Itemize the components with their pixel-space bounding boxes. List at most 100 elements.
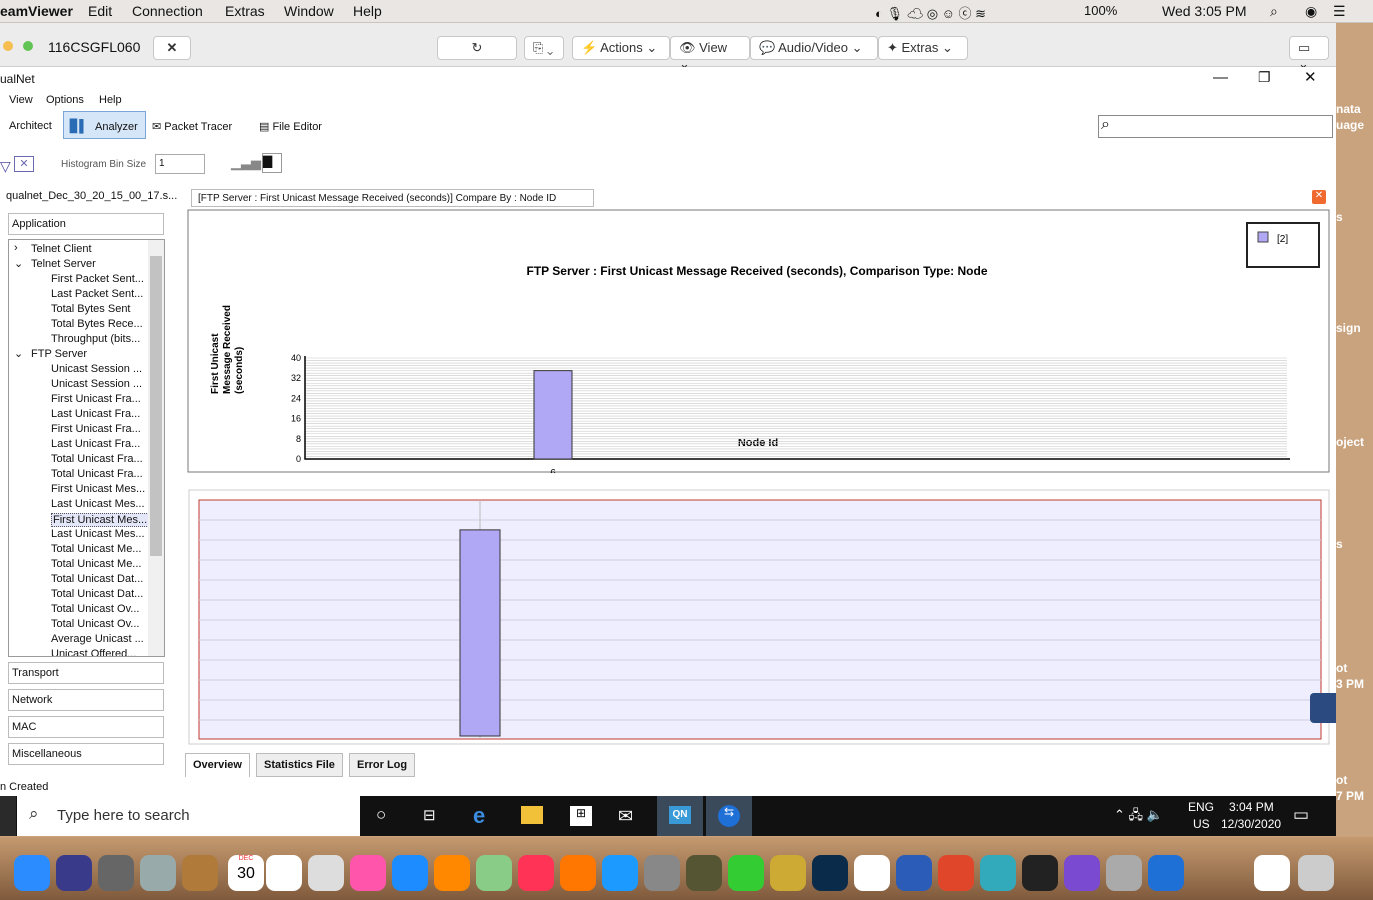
teamviewer-task[interactable]: ⇆ (706, 796, 752, 836)
tab-statistics-file[interactable]: Statistics File (256, 753, 343, 777)
clock-time[interactable]: 3:04 PM (1229, 800, 1274, 814)
app-menu[interactable]: eamViewer (0, 3, 73, 19)
menu-edit[interactable]: Edit (88, 3, 112, 19)
calendar-icon[interactable]: DEC 30 (228, 855, 264, 891)
tree-item[interactable]: Unicast Offered... (51, 648, 136, 656)
overview-bar[interactable] (459, 529, 501, 737)
finder-icon[interactable] (1254, 855, 1290, 891)
close-session-button[interactable]: ✕ (153, 36, 191, 60)
disk-icon[interactable] (1106, 855, 1142, 891)
notification-icon[interactable]: ▭ (1293, 805, 1309, 825)
tree-item[interactable]: First Unicast Fra... (51, 423, 141, 435)
menu-extras[interactable]: Extras (225, 3, 265, 19)
clear-filter-icon[interactable]: ✕ (14, 156, 34, 172)
view-button[interactable]: 👁 View ⌄ (670, 36, 750, 71)
tree-item[interactable]: First Unicast Fra... (51, 393, 141, 405)
clock-date[interactable]: 12/30/2020 (1221, 817, 1281, 831)
taskbar-search[interactable]: ⌕ Type here to search (17, 796, 360, 836)
file-editor-button[interactable]: ▤ File Editor (259, 120, 322, 133)
tree-item[interactable]: Unicast Session ... (51, 378, 142, 390)
photoshop-icon[interactable] (812, 855, 848, 891)
menu-options[interactable]: Options (46, 94, 84, 106)
terminal-icon[interactable] (1022, 855, 1058, 891)
tree-group[interactable]: Telnet Client (31, 243, 92, 255)
cortana-icon[interactable]: ○ (376, 805, 386, 825)
tree-item[interactable]: Last Packet Sent... (51, 288, 143, 300)
task-view-icon[interactable]: ⊟ (423, 806, 436, 824)
menu-help[interactable]: Help (353, 3, 382, 19)
edge-icon[interactable]: e (473, 803, 485, 829)
tree-item[interactable]: First Unicast Mes... (51, 513, 150, 527)
messages-icon[interactable] (392, 855, 428, 891)
actions-button[interactable]: ⚡ Actions ⌄ (572, 36, 670, 60)
tree-item[interactable]: Last Unicast Fra... (51, 438, 140, 450)
tree-item[interactable]: Average Unicast ... (51, 633, 144, 645)
category-application[interactable]: Application (8, 213, 164, 235)
category-transport[interactable]: Transport (8, 662, 164, 684)
scroll-thumb[interactable] (150, 256, 162, 556)
siri-app-icon[interactable] (56, 855, 92, 891)
control-center-icon[interactable]: ☰ (1333, 3, 1346, 20)
minimize-button[interactable]: — (1213, 69, 1228, 86)
browser-icon[interactable] (980, 855, 1016, 891)
menu-window[interactable]: Window (284, 3, 334, 19)
tree-item[interactable]: First Packet Sent... (51, 273, 144, 285)
zoom-dot[interactable] (23, 41, 33, 51)
textedit-icon[interactable] (434, 855, 470, 891)
tree-item[interactable]: Total Unicast Ov... (51, 603, 139, 615)
audio-video-button[interactable]: 💬 Audio/Video ⌄ (750, 36, 878, 60)
teamviewer-side-handle[interactable] (1310, 693, 1336, 723)
mail-icon[interactable]: ✉ (618, 806, 633, 827)
chart-tab[interactable]: [FTP Server : First Unicast Message Rece… (191, 189, 594, 207)
lang-secondary[interactable]: US (1193, 817, 1210, 831)
tree-item[interactable]: Last Unicast Mes... (51, 498, 145, 510)
tree-item[interactable]: Total Unicast Me... (51, 558, 141, 570)
window-mode-button[interactable]: ▭ ⌄ (1289, 36, 1329, 71)
chevron-down-icon[interactable]: ⌄ (14, 347, 23, 360)
maps-icon[interactable] (308, 855, 344, 891)
powerpoint-icon[interactable] (938, 855, 974, 891)
tray-icons[interactable]: ⌃ 🖧 🔈 (1114, 806, 1163, 828)
podcast-icon[interactable] (1064, 855, 1100, 891)
category-misc[interactable]: Miscellaneous (8, 743, 164, 765)
menu-help[interactable]: Help (99, 94, 122, 106)
tab-overview[interactable]: Overview (185, 753, 250, 777)
file-explorer-icon[interactable] (521, 806, 543, 824)
reminders-icon[interactable] (266, 855, 302, 891)
tab-error-log[interactable]: Error Log (349, 753, 416, 777)
launchpad-icon[interactable] (98, 855, 134, 891)
refresh-button[interactable]: ↻ (437, 36, 517, 60)
store-icon[interactable]: ⊞ (570, 806, 592, 826)
tree-item[interactable]: First Unicast Mes... (51, 483, 145, 495)
itunes-icon[interactable] (518, 855, 554, 891)
analyzer-button[interactable]: ▊▌ Analyzer (63, 111, 146, 139)
word-icon[interactable] (896, 855, 932, 891)
copy-button[interactable]: ⎘ ⌄ (524, 36, 564, 60)
chevron-right-icon[interactable]: › (14, 242, 18, 254)
tree-item[interactable]: Last Unicast Fra... (51, 408, 140, 420)
tree-item[interactable]: Total Unicast Fra... (51, 453, 143, 465)
tree-item[interactable]: Total Bytes Sent (51, 303, 131, 315)
bar-chart-icon[interactable]: ▇ (262, 153, 282, 173)
area-chart-icon[interactable]: ▁▃▅ (231, 155, 261, 171)
app-store-icon[interactable] (602, 855, 638, 891)
numbers-icon[interactable] (476, 855, 512, 891)
filter-icon[interactable]: ▽ (0, 158, 11, 175)
facetime-icon[interactable] (728, 855, 764, 891)
search-input[interactable]: ⌕ (1098, 115, 1333, 138)
architect-button[interactable]: Architect (9, 120, 52, 132)
packet-tracer-button[interactable]: ✉ Packet Tracer (152, 120, 232, 133)
books-icon[interactable] (560, 855, 596, 891)
siri-icon[interactable]: ◉ (1305, 3, 1317, 20)
chrome-icon[interactable] (854, 855, 890, 891)
photos-icon[interactable] (350, 855, 386, 891)
teamviewer-dock-icon[interactable] (1148, 855, 1184, 891)
close-chart-icon[interactable]: ✕ (1312, 190, 1326, 204)
restore-button[interactable]: ❐ (1258, 69, 1271, 86)
qualnet-task[interactable]: QN (657, 796, 703, 836)
tree-item[interactable]: Total Unicast Me... (51, 543, 141, 555)
minimize-dot[interactable] (3, 41, 13, 51)
category-network[interactable]: Network (8, 689, 164, 711)
trash-icon[interactable] (1298, 855, 1334, 891)
tree-item[interactable]: Last Unicast Mes... (51, 528, 145, 540)
